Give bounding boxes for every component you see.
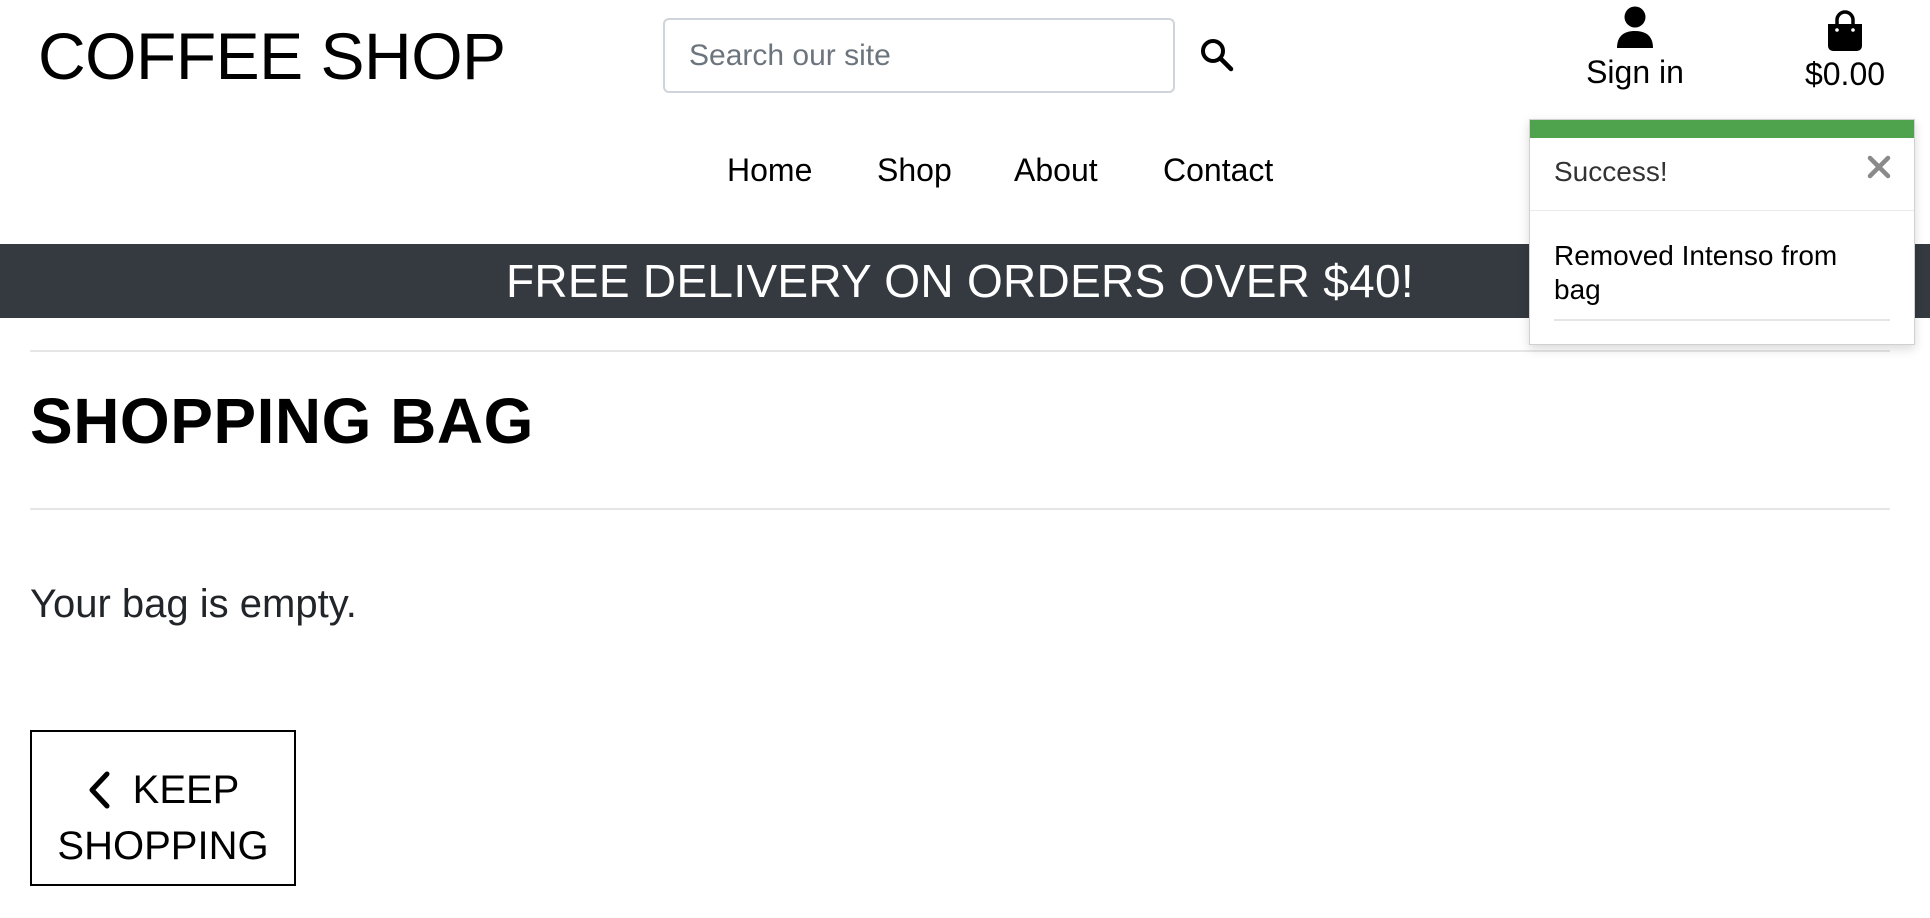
keep-shopping-label-2: SHOPPING	[57, 824, 269, 868]
page-title: SHOPPING BAG	[30, 385, 534, 457]
empty-bag-message: Your bag is empty.	[30, 582, 357, 626]
keep-shopping-label-1: KEEP	[132, 768, 240, 812]
toast-message: Removed Intenso from bag	[1554, 240, 1838, 305]
brand-logo[interactable]: COFFEE SHOP	[38, 16, 506, 96]
search-input[interactable]	[663, 18, 1175, 93]
toast-accent-bar	[1530, 120, 1914, 138]
bag-total: $0.00	[1804, 56, 1886, 92]
nav-item-shop[interactable]: Shop	[877, 150, 952, 190]
account-link[interactable]: Sign in	[1560, 6, 1710, 92]
success-toast: Success! Removed Intenso from bag	[1529, 119, 1915, 345]
toast-close-button[interactable]	[1864, 152, 1894, 182]
nav-item-about[interactable]: About	[1014, 150, 1098, 190]
keep-shopping-button[interactable]: KEEP SHOPPING	[30, 730, 296, 886]
divider-bottom	[30, 508, 1890, 510]
toast-divider	[1554, 319, 1890, 321]
bag-link[interactable]: $0.00	[1790, 10, 1900, 94]
search-button[interactable]	[1193, 32, 1241, 80]
search-icon	[1201, 38, 1234, 71]
nav-item-contact[interactable]: Contact	[1163, 150, 1273, 190]
account-label: Sign in	[1586, 54, 1684, 90]
toast-body: Removed Intenso from bag	[1530, 211, 1914, 321]
chevron-left-icon	[89, 771, 110, 809]
toast-header: Success!	[1530, 138, 1914, 211]
divider-top	[30, 350, 1890, 352]
close-icon	[1867, 155, 1891, 179]
shopping-bag-icon	[1828, 10, 1862, 51]
nav-item-home[interactable]: Home	[727, 150, 812, 190]
toast-title: Success!	[1554, 156, 1668, 187]
user-icon	[1617, 6, 1653, 48]
page: COFFEE SHOP Sign in $0.00 Home Shop Abou…	[0, 0, 1930, 918]
